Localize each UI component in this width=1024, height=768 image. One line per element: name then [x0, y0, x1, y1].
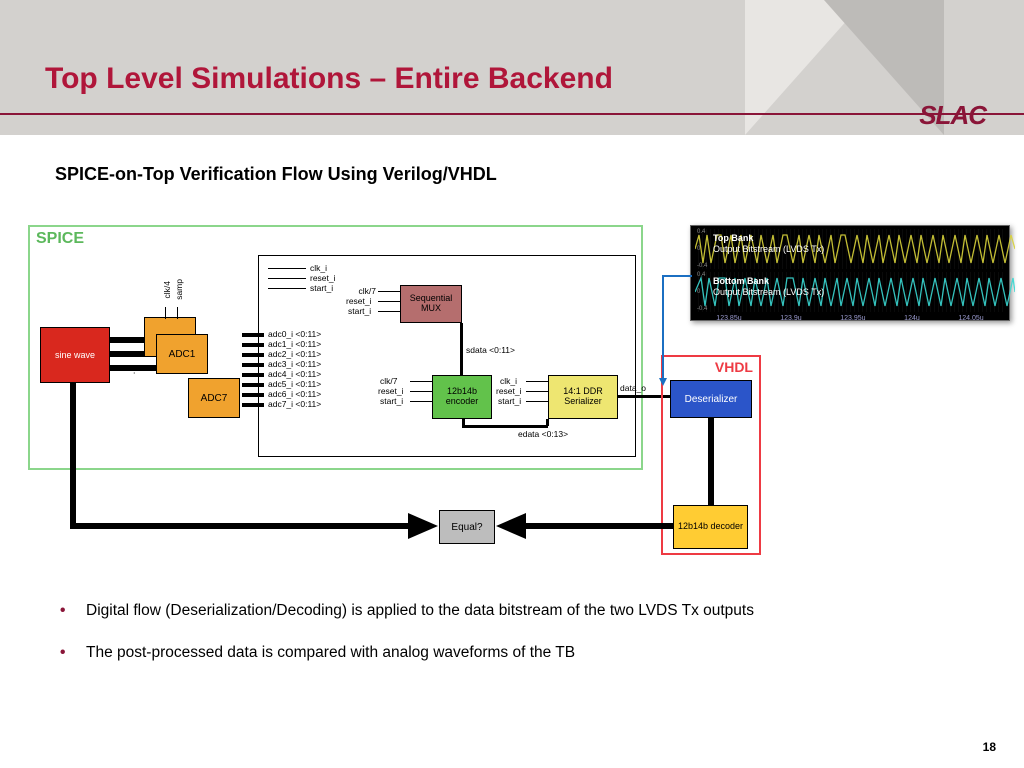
equal-compare-block: Equal? [439, 510, 495, 544]
title-underline [0, 113, 1024, 115]
wire [462, 425, 548, 428]
wire [410, 401, 432, 402]
wire [268, 288, 306, 289]
wire [177, 307, 178, 319]
arrow-left-icon [496, 513, 526, 539]
page-subtitle: SPICE-on-Top Verification Flow Using Ver… [55, 164, 497, 185]
wire [242, 383, 264, 387]
clk-i-label: clk_i [310, 263, 327, 273]
wire [526, 391, 548, 392]
waveform-panel: 0.40-0.4 Top BankOutput Bitstream (LVDS … [690, 225, 1010, 321]
encoder-block: 12b14b encoder [432, 375, 492, 419]
adc7-block: ADC7 [188, 378, 240, 418]
wire [165, 307, 166, 319]
sdata-label: sdata <0:11> [466, 345, 515, 355]
wire [110, 337, 146, 343]
edata-label: edata <0:13> [518, 429, 568, 439]
start-i-label-2: start_i [348, 306, 371, 316]
wire [242, 333, 264, 337]
adc3-label: adc3_i <0:11> [268, 359, 321, 369]
samp-label: samp [174, 279, 184, 300]
bottom-bank-label: Bottom BankOutput Bitstream (LVDS Tx) [713, 276, 824, 298]
bullet-text: The post-processed data is compared with… [86, 644, 575, 662]
wire [70, 383, 76, 525]
reset-i-label: reset_i [310, 273, 336, 283]
wire [268, 268, 306, 269]
wire [110, 351, 146, 357]
page-number: 18 [983, 740, 996, 754]
sine-wave-text: sine wave [55, 350, 95, 360]
decoder-block: 12b14b decoder [673, 505, 748, 549]
wire [708, 418, 714, 505]
bullet-item: • The post-processed data is compared wi… [60, 644, 984, 662]
wire [378, 301, 400, 302]
reset-i-label-2: reset_i [346, 296, 372, 306]
bullet-list: • Digital flow (Deserialization/Decoding… [60, 602, 984, 686]
verification-flow-diagram: SPICE sine wave ADC1 ADC7 ⋮ clk/4 samp c… [28, 225, 763, 560]
bullet-item: • Digital flow (Deserialization/Decoding… [60, 602, 984, 620]
clk7-label-2: clk/7 [380, 376, 397, 386]
reset-i-label-4: reset_i [496, 386, 522, 396]
wire [70, 523, 410, 529]
wire [526, 523, 674, 529]
start-i-label-3: start_i [380, 396, 403, 406]
wire [460, 323, 463, 375]
bullet-text: Digital flow (Deserialization/Decoding) … [86, 602, 754, 620]
clk7-label: clk/7 [348, 286, 376, 296]
wire [378, 311, 400, 312]
wire [242, 343, 264, 347]
adc4-label: adc4_i <0:11> [268, 369, 321, 379]
arrow-right-icon [408, 513, 438, 539]
deserializer-block: Deserializer [670, 380, 752, 418]
wire [242, 403, 264, 407]
adc5-label: adc5_i <0:11> [268, 379, 321, 389]
wire [546, 419, 549, 426]
adc1-block: ADC1 [156, 334, 208, 374]
bullet-dot-icon: • [60, 602, 86, 620]
adc1-label: adc1_i <0:11> [268, 339, 321, 349]
callout-arrow [662, 275, 664, 380]
wire [462, 419, 465, 426]
wire [378, 291, 400, 292]
callout-arrow-head-icon [659, 378, 667, 386]
wire [242, 373, 264, 377]
callout-arrow [662, 275, 692, 277]
wire [268, 278, 306, 279]
adc7-label: adc7_i <0:11> [268, 399, 321, 409]
clk4-label: clk/4 [162, 281, 172, 298]
wire [242, 353, 264, 357]
adc6-label: adc6_i <0:11> [268, 389, 321, 399]
ddr-serializer-block: 14:1 DDR Serializer [548, 375, 618, 419]
adc0-label: adc0_i <0:11> [268, 329, 321, 339]
wire [410, 391, 432, 392]
top-bank-label: Top BankOutput Bitstream (LVDS Tx) [713, 233, 824, 255]
wire [526, 401, 548, 402]
bullet-dot-icon: • [60, 644, 86, 662]
wire [242, 363, 264, 367]
wire [410, 381, 432, 382]
wire [526, 381, 548, 382]
sine-wave-block: sine wave [40, 327, 110, 383]
adc2-label: adc2_i <0:11> [268, 349, 321, 359]
start-i-label: start_i [310, 283, 333, 293]
data-o-label: data_o [620, 383, 646, 393]
waveform-bottom-bank: 0.40-0.4 Bottom BankOutput Bitstream (LV… [695, 272, 1005, 312]
vhdl-label: VHDL [715, 359, 753, 375]
slac-logo: SLAC [919, 100, 986, 131]
spice-label: SPICE [36, 230, 84, 248]
reset-i-label-3: reset_i [378, 386, 404, 396]
page-title: Top Level Simulations – Entire Backend [45, 62, 613, 96]
waveform-x-axis: 123.85u 123.9u 123.95u 124u 124.05u [691, 315, 1009, 322]
sequential-mux-block: Sequential MUX [400, 285, 462, 323]
wire [242, 393, 264, 397]
ellipsis-dots: ⋮ [130, 365, 139, 376]
start-i-label-4: start_i [498, 396, 521, 406]
clk-i-label-2: clk_i [500, 376, 517, 386]
waveform-top-bank: 0.40-0.4 Top BankOutput Bitstream (LVDS … [695, 229, 1005, 269]
